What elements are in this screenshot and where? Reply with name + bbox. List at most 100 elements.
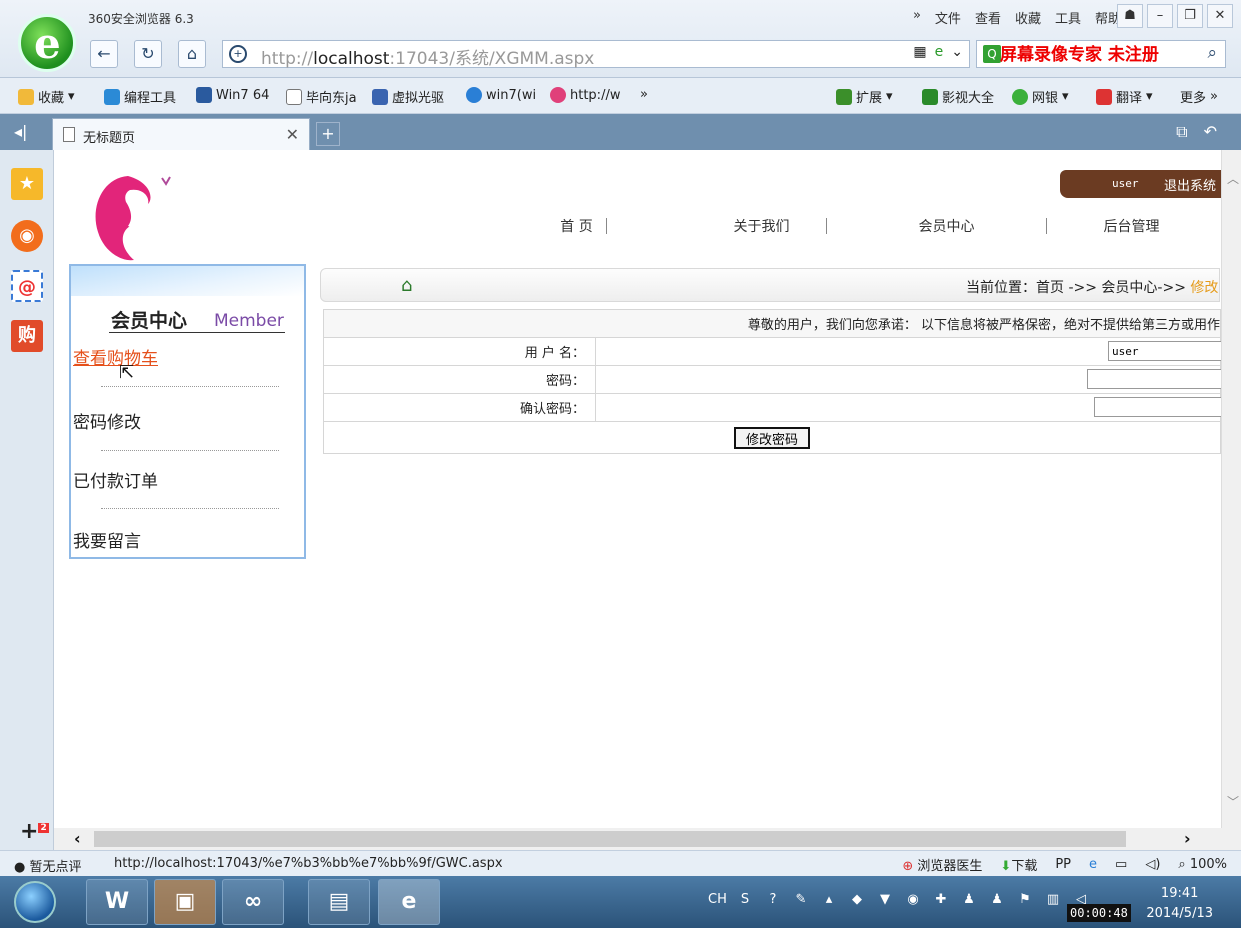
tab-list-icon[interactable]: ⧉: [1176, 122, 1187, 142]
tray-plus-icon[interactable]: ✚: [932, 892, 950, 907]
ie-mode-icon[interactable]: e: [935, 44, 944, 60]
sidebar-link-password[interactable]: 密码修改: [73, 408, 141, 433]
sogou-icon[interactable]: S: [736, 892, 754, 907]
visual-studio-taskbar-icon[interactable]: ∞: [222, 879, 284, 925]
flag-icon[interactable]: ⚑: [1016, 892, 1034, 907]
add-sidebar-icon[interactable]: +2: [20, 819, 49, 844]
nav-home[interactable]: 首 页: [484, 216, 669, 240]
network-icon[interactable]: ▥: [1044, 892, 1062, 907]
address-bar[interactable]: + http://localhost:17043/系统/XGMM.aspx ▦ …: [222, 40, 970, 69]
nav-admin[interactable]: 后台管理: [1039, 216, 1221, 240]
zoom-icon: ⌕: [1178, 857, 1186, 872]
new-tab-button[interactable]: +: [316, 122, 340, 146]
shield-icon[interactable]: ▼: [876, 892, 894, 907]
chevron-down-icon[interactable]: ⌄: [951, 44, 963, 60]
sidebar-link-paid-orders[interactable]: 已付款订单: [73, 467, 158, 492]
menu-more[interactable]: »: [913, 8, 921, 27]
security-shield-icon[interactable]: +: [229, 45, 247, 63]
shopping-icon[interactable]: 购: [11, 320, 43, 352]
system-clock[interactable]: 19:41 2014/5/13: [1146, 884, 1213, 924]
rating-link[interactable]: ● 暂无点评: [14, 856, 82, 875]
menu-file[interactable]: 文件: [935, 8, 961, 27]
fav-item-http[interactable]: http://w: [550, 87, 620, 103]
fav-item-win7wi[interactable]: win7(wi: [466, 87, 536, 103]
sidebar-link-message[interactable]: 我要留言: [73, 527, 141, 552]
fav-overflow[interactable]: »: [640, 87, 648, 102]
word-taskbar-icon[interactable]: W: [86, 879, 148, 925]
weibo-icon[interactable]: ◉: [11, 220, 43, 252]
volume-icon[interactable]: ◁): [1145, 857, 1160, 872]
home-icon[interactable]: ⌂: [178, 40, 206, 68]
menu-favorites[interactable]: 收藏: [1015, 8, 1041, 27]
address-url[interactable]: http://localhost:17043/系统/XGMM.aspx: [261, 44, 594, 69]
browser-logo-icon[interactable]: e: [18, 14, 76, 72]
breadcrumb-path: 当前位置：首页 ->> 会员中心->>: [966, 280, 1191, 296]
pen-icon[interactable]: ✎: [792, 892, 810, 907]
page-icon: [63, 127, 75, 142]
fav-item-vdrive[interactable]: 虚拟光驱: [372, 87, 444, 106]
menu-view[interactable]: 查看: [975, 8, 1001, 27]
refresh-icon[interactable]: ↻: [134, 40, 162, 68]
back-arrow-icon[interactable]: ←: [90, 40, 118, 68]
nav-member-center[interactable]: 会员中心: [854, 216, 1039, 240]
search-icon[interactable]: ⌕: [1207, 43, 1217, 63]
close-icon[interactable]: ✕: [1207, 4, 1233, 28]
bank-menu[interactable]: 网银 ▾: [1012, 87, 1069, 106]
page-viewport: user 退出系统 首 页 关于我们 会员中心 后台管理 会员中心 Member…: [54, 150, 1221, 828]
vertical-scrollbar[interactable]: ︿ ﹀: [1221, 150, 1241, 828]
pin-icon[interactable]: ☗: [1117, 4, 1143, 28]
favorites-menu[interactable]: 收藏 ▾: [18, 87, 75, 106]
qq-icon[interactable]: ♟: [960, 892, 978, 907]
video-link[interactable]: 影视大全: [922, 87, 994, 106]
restore-icon[interactable]: ❐: [1177, 4, 1203, 28]
more-menu[interactable]: 更多 »: [1180, 87, 1218, 106]
fav-item-win7[interactable]: Win7 64: [196, 87, 269, 103]
undo-close-icon[interactable]: ↶: [1204, 122, 1217, 142]
scroll-right-icon[interactable]: ›: [1184, 829, 1191, 848]
language-indicator[interactable]: CH: [708, 892, 727, 907]
download-button[interactable]: ⬇下载: [1000, 855, 1037, 874]
browser-taskbar-icon[interactable]: e: [378, 879, 440, 925]
show-hidden-icon[interactable]: ▴: [820, 892, 838, 907]
extensions-menu[interactable]: 扩展 ▾: [836, 87, 893, 106]
password-field[interactable]: [1087, 369, 1221, 389]
minimize-icon[interactable]: –: [1147, 4, 1173, 28]
scroll-thumb[interactable]: [94, 831, 1126, 847]
pp-icon[interactable]: PP: [1055, 857, 1071, 872]
tray-app-icon[interactable]: ◆: [848, 892, 866, 907]
change-password-button[interactable]: 修改密码: [733, 426, 810, 449]
qq2-icon[interactable]: ♟: [988, 892, 1006, 907]
qrcode-icon[interactable]: ▦: [913, 44, 926, 60]
favorites-bar: 收藏 ▾ 编程工具 Win7 64 毕向东ja 虚拟光驱 win7(wi htt…: [0, 78, 1241, 114]
ie-icon[interactable]: e: [1089, 857, 1097, 872]
close-icon[interactable]: ✕: [286, 125, 299, 144]
video-icon: [922, 88, 938, 105]
browser-doctor[interactable]: ⊕ 浏览器医生: [902, 855, 982, 874]
window-icon[interactable]: ▭: [1115, 857, 1127, 872]
horizontal-scrollbar[interactable]: ‹ ›: [54, 828, 1241, 850]
security-icon[interactable]: ◉: [904, 892, 922, 907]
help-icon[interactable]: ?: [764, 892, 782, 907]
picture-taskbar-icon[interactable]: ▣: [154, 879, 216, 925]
scroll-up-icon[interactable]: ︿: [1227, 170, 1239, 187]
home-icon[interactable]: ⌂: [401, 275, 412, 296]
star-icon[interactable]: ★: [11, 168, 43, 200]
confirm-password-field[interactable]: [1094, 397, 1221, 417]
search-engine-icon[interactable]: Q: [983, 45, 1001, 63]
username-field[interactable]: [1108, 341, 1221, 361]
scroll-down-icon[interactable]: ﹀: [1227, 793, 1239, 810]
tab-untitled[interactable]: 无标题页 ✕: [52, 118, 310, 150]
mail-icon[interactable]: @: [11, 270, 43, 302]
translate-menu[interactable]: 翻译 ▾: [1096, 87, 1153, 106]
logout-link[interactable]: 退出系统: [1164, 175, 1216, 194]
menu-tools[interactable]: 工具: [1055, 8, 1081, 27]
fav-item-bxd[interactable]: 毕向东ja: [286, 87, 357, 106]
zoom-control[interactable]: ⌕ 100%: [1178, 857, 1227, 872]
file-explorer-taskbar-icon[interactable]: ▤: [308, 879, 370, 925]
fav-item-tools[interactable]: 编程工具: [104, 87, 176, 106]
sidebar-toggle-icon[interactable]: ◂|: [14, 122, 27, 141]
start-button[interactable]: [14, 881, 56, 923]
rating-icon: ●: [14, 860, 26, 875]
scroll-left-icon[interactable]: ‹: [74, 829, 81, 848]
sidebar-link-cart[interactable]: 查看购物车: [73, 344, 158, 369]
